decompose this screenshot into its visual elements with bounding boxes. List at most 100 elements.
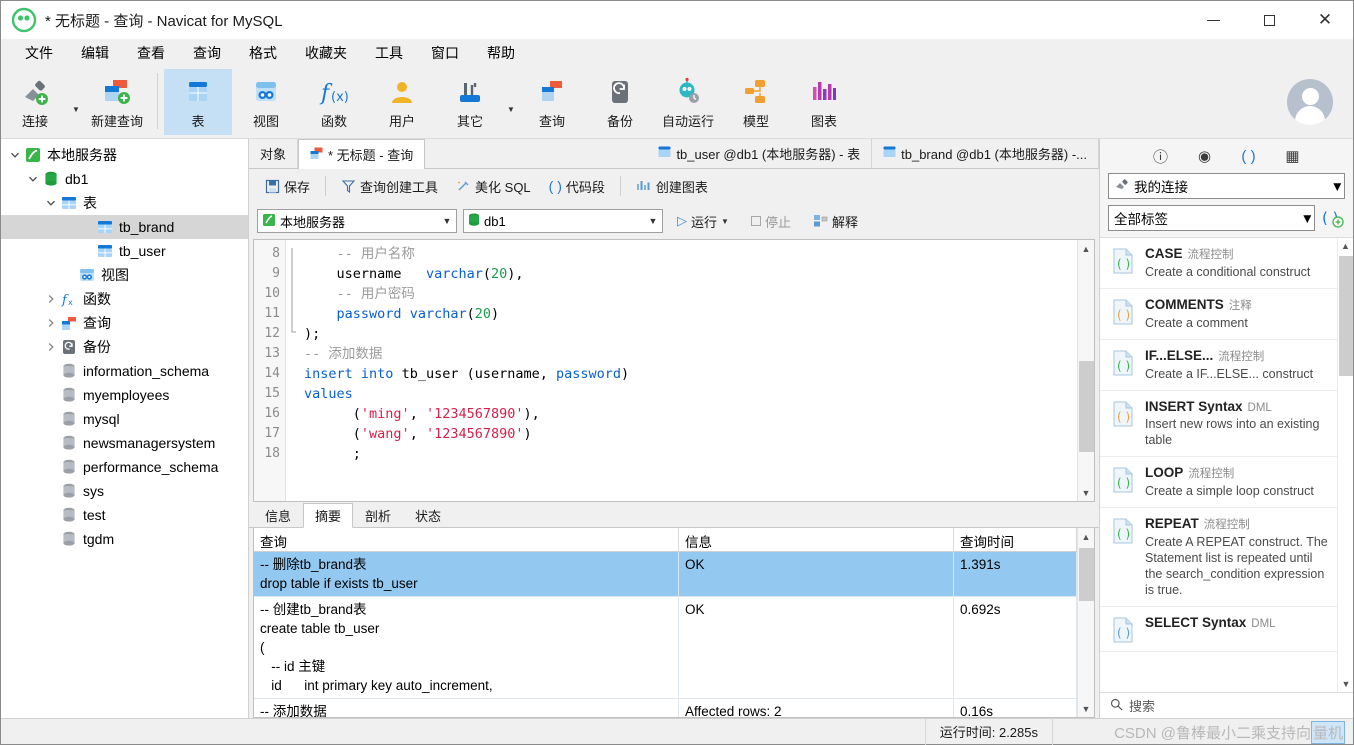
chevron-right-icon[interactable] xyxy=(43,294,59,304)
tree-item-表[interactable]: 表 xyxy=(1,191,248,215)
tag-select[interactable]: 全部标签 ▼ xyxy=(1108,205,1315,231)
save-button[interactable]: 保存 xyxy=(257,173,318,200)
tree-item-查询[interactable]: 查询 xyxy=(1,311,248,335)
stop-button[interactable]: 停止 xyxy=(743,208,799,235)
editor-vertical-scrollbar[interactable]: ▲ ▼ xyxy=(1077,240,1094,501)
tab-table-0[interactable]: tb_user @db1 (本地服务器) - 表 xyxy=(647,139,873,168)
chevron-right-icon[interactable] xyxy=(43,342,59,352)
close-button[interactable]: ✕ xyxy=(1297,1,1353,39)
tree-item-tb_user[interactable]: tb_user xyxy=(1,239,248,263)
tree-item-本地服务器[interactable]: 本地服务器 xyxy=(1,143,248,167)
snippet-item[interactable]: ( ) CASE 流程控制 Create a conditional construc… xyxy=(1100,238,1337,289)
table-row[interactable]: -- 删除tb_brand表 drop table if exists tb_u… xyxy=(254,552,1077,597)
tree-item-函数[interactable]: f x 函数 xyxy=(1,287,248,311)
ribbon-模型[interactable]: 模型 xyxy=(722,69,790,135)
grid-vertical-scrollbar[interactable]: ▲ ▼ xyxy=(1077,528,1094,717)
menu-tools[interactable]: 工具 xyxy=(361,39,417,67)
snippet-panel[interactable]: ( ) CASE 流程控制 Create a conditional construc… xyxy=(1100,237,1353,692)
menu-favorites[interactable]: 收藏夹 xyxy=(291,39,361,67)
menu-format[interactable]: 格式 xyxy=(235,39,291,67)
ribbon-用户[interactable]: 用户 xyxy=(368,69,436,135)
code-snippet-button[interactable]: ( ) 代码段 xyxy=(541,173,613,200)
minimize-button[interactable] xyxy=(1185,1,1241,39)
editor-scroll-thumb[interactable] xyxy=(1078,361,1094,453)
snippet-item[interactable]: ( ) LOOP 流程控制 Create a simple loop construc… xyxy=(1100,457,1337,508)
tree-item-db1[interactable]: db1 xyxy=(1,167,248,191)
scroll-down-icon[interactable]: ▼ xyxy=(1078,484,1095,501)
ribbon-图表[interactable]: 图表 xyxy=(790,69,858,135)
ribbon-视图[interactable]: 视图 xyxy=(232,69,300,135)
ribbon-备份[interactable]: 备份 xyxy=(586,69,654,135)
snippet-scroll-down-icon[interactable]: ▼ xyxy=(1338,676,1353,692)
tree-item-tb_brand[interactable]: tb_brand xyxy=(1,215,248,239)
sql-editor[interactable]: 8 9 10 11 12 13 14 15 16 17 18 -- 用户名称 username va… xyxy=(253,239,1095,502)
grid-column-header[interactable]: 信息 xyxy=(679,528,954,551)
snippet-item[interactable]: ( ) SELECT Syntax DML xyxy=(1100,607,1337,652)
code-fold-strip[interactable] xyxy=(286,240,298,501)
grid-column-header[interactable]: 查询时间 xyxy=(954,528,1077,551)
add-snippet-button[interactable]: ( ) xyxy=(1321,206,1345,230)
result-tab-剖析[interactable]: 剖析 xyxy=(353,503,403,527)
table-row[interactable]: -- 添加数据 Affected rows: 2 0.16s xyxy=(254,699,1077,717)
run-button[interactable]: ▷ 运行 ▼ xyxy=(669,208,737,235)
scroll-up-icon[interactable]: ▲ xyxy=(1078,240,1095,257)
menu-query[interactable]: 查询 xyxy=(179,39,235,67)
result-tab-信息[interactable]: 信息 xyxy=(253,503,303,527)
menu-edit[interactable]: 编辑 xyxy=(67,39,123,67)
database-select[interactable]: db1 ▼ xyxy=(463,209,663,233)
ribbon-其它[interactable]: 其它 xyxy=(436,69,504,135)
tab-table-1[interactable]: tb_brand @db1 (本地服务器) -... xyxy=(872,139,1099,168)
explain-button[interactable]: 解释 xyxy=(805,208,866,235)
ribbon-自动运行[interactable]: 自动运行 xyxy=(654,69,722,135)
snippet-search-box[interactable]: 搜索 xyxy=(1100,692,1353,718)
create-chart-button[interactable]: 创建图表 xyxy=(628,173,716,200)
snippet-scroll-up-icon[interactable]: ▲ xyxy=(1338,238,1353,254)
info-icon[interactable]: ⓘ xyxy=(1150,145,1172,167)
connection-select[interactable]: 本地服务器 ▼ xyxy=(257,209,457,233)
tree-item-视图[interactable]: 视图 xyxy=(1,263,248,287)
ribbon-新建查询[interactable]: 新建查询 xyxy=(83,69,151,135)
result-tab-状态[interactable]: 状态 xyxy=(403,503,453,527)
ribbon-dropdown-caret-icon[interactable]: ▼ xyxy=(69,69,83,135)
grid-column-header[interactable]: 查询 xyxy=(254,528,679,551)
grid-icon[interactable]: ▦ xyxy=(1282,145,1304,167)
run-caret-icon[interactable]: ▼ xyxy=(721,217,729,226)
tree-item-sys[interactable]: sys xyxy=(1,479,248,503)
ribbon-查询[interactable]: 查询 xyxy=(518,69,586,135)
menu-window[interactable]: 窗口 xyxy=(417,39,473,67)
query-builder-button[interactable]: 查询创建工具 xyxy=(333,173,446,200)
tree-item-备份[interactable]: 备份 xyxy=(1,335,248,359)
object-tree-sidebar[interactable]: 本地服务器 db1 表 tb_brand tb_user 视图 f x 函数 查询 … xyxy=(1,139,249,718)
grid-scroll-thumb[interactable] xyxy=(1078,548,1094,601)
chevron-right-icon[interactable] xyxy=(43,318,59,328)
chevron-down-icon[interactable] xyxy=(43,198,59,208)
chevron-down-icon[interactable] xyxy=(25,174,41,184)
snippet-scroll-thumb[interactable] xyxy=(1339,256,1353,376)
menu-file[interactable]: 文件 xyxy=(11,39,67,67)
grid-scroll-up-icon[interactable]: ▲ xyxy=(1078,528,1095,545)
tree-item-newsmanagersystem[interactable]: newsmanagersystem xyxy=(1,431,248,455)
tree-item-information_schema[interactable]: information_schema xyxy=(1,359,248,383)
editor-scroll-track[interactable] xyxy=(1078,257,1095,484)
tree-item-test[interactable]: test xyxy=(1,503,248,527)
grid-scroll-track[interactable] xyxy=(1078,545,1095,700)
tree-item-mysql[interactable]: mysql xyxy=(1,407,248,431)
tree-item-myemployees[interactable]: myemployees xyxy=(1,383,248,407)
code-area[interactable]: -- 用户名称 username varchar(20), -- 用户密码 pa… xyxy=(298,240,1077,501)
snippet-list[interactable]: ( ) CASE 流程控制 Create a conditional construc… xyxy=(1100,238,1337,692)
code-snippet-icon[interactable]: ( ) xyxy=(1238,145,1260,167)
tree-item-performance_schema[interactable]: performance_schema xyxy=(1,455,248,479)
my-connection-select[interactable]: 我的连接 ▼ xyxy=(1108,173,1345,199)
ribbon-连接[interactable]: 连接 xyxy=(1,69,69,135)
grid-body[interactable]: -- 删除tb_brand表 drop table if exists tb_u… xyxy=(254,552,1077,717)
chevron-down-icon[interactable] xyxy=(7,150,23,160)
table-row[interactable]: -- 创建tb_brand表 create table tb_user ( --… xyxy=(254,597,1077,699)
menu-view[interactable]: 查看 xyxy=(123,39,179,67)
snippet-item[interactable]: ( ) IF...ELSE... 流程控制 Create a IF...ELSE...… xyxy=(1100,340,1337,391)
snippet-item[interactable]: ( ) INSERT Syntax DML Insert new rows into … xyxy=(1100,391,1337,457)
maximize-button[interactable] xyxy=(1241,1,1297,39)
result-tab-摘要[interactable]: 摘要 xyxy=(303,503,354,528)
beautify-sql-button[interactable]: 美化 SQL xyxy=(448,173,539,200)
menu-help[interactable]: 帮助 xyxy=(473,39,529,67)
tab-objects[interactable]: 对象 xyxy=(249,139,299,168)
